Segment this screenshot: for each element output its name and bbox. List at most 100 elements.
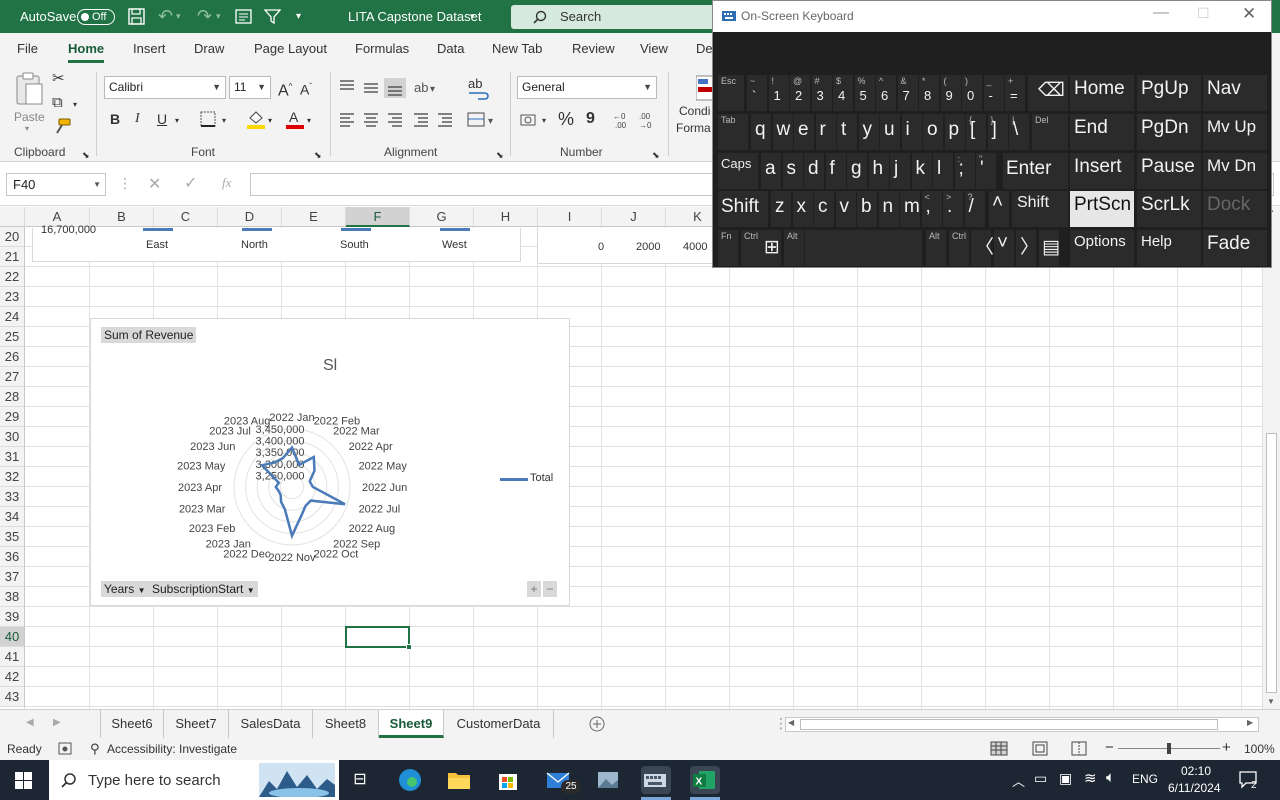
edge-browser-icon[interactable] — [396, 766, 426, 794]
vertical-scrollbar[interactable]: ▲ ▼ — [1262, 205, 1280, 709]
battery-icon[interactable]: ▭ — [1034, 770, 1047, 787]
tab-data[interactable]: Data — [437, 41, 464, 56]
key-7[interactable]: 6 ^ — [876, 75, 896, 111]
row-header-28[interactable]: 28 — [0, 387, 25, 407]
key-12[interactable]: - _ — [983, 75, 1004, 111]
font-size-select[interactable]: 11 ▼ — [229, 76, 271, 99]
wifi-icon[interactable]: ≋ — [1084, 769, 1097, 787]
key-p[interactable]: p — [944, 114, 965, 150]
horizontal-align-icons[interactable]: ▾ — [338, 110, 498, 130]
font-color-dropdown-icon[interactable]: ▾ — [307, 112, 311, 130]
clock-date[interactable]: 6/11/2024 — [1168, 781, 1221, 795]
key-\[interactable]: \ | — [1009, 114, 1029, 150]
column-header-c[interactable]: C — [154, 207, 218, 227]
redo-icon[interactable]: ↷ — [197, 0, 212, 33]
column-header-i[interactable]: I — [538, 207, 602, 227]
key-z[interactable]: z — [771, 191, 791, 227]
percent-button[interactable]: % — [558, 110, 574, 128]
language-indicator[interactable]: ENG — [1132, 772, 1158, 786]
key-3[interactable]: 2 @ — [790, 75, 810, 111]
filter-icon[interactable] — [264, 8, 281, 25]
font-launcher-icon[interactable]: ⬊ — [314, 146, 322, 164]
end-key[interactable]: End — [1070, 114, 1134, 150]
accessibility-icon[interactable]: ⚲ — [90, 741, 100, 757]
help-key[interactable]: Help — [1137, 230, 1201, 266]
row-header-38[interactable]: 38 — [0, 587, 25, 607]
radar-pivot-chart[interactable]: Sum of Revenue Sl 2022 Jan 2022 Feb 2022 M… — [90, 318, 570, 606]
file-name[interactable]: LITA Capstone Dataset — [348, 0, 481, 33]
row-header-31[interactable]: 31 — [0, 447, 25, 467]
decrease-font-icon[interactable]: Aˇ — [300, 78, 312, 99]
subscription-start-filter-button[interactable]: SubscriptionStart ▼ — [149, 581, 258, 597]
key-l[interactable]: l — [933, 153, 953, 189]
row-header-40[interactable]: 40 — [0, 627, 25, 647]
column-header-h[interactable]: H — [474, 207, 538, 227]
arrow-up-key[interactable]: ˄ — [989, 191, 1009, 227]
home-key[interactable]: Home — [1070, 75, 1134, 111]
taskbar-search[interactable]: Type here to search — [49, 760, 339, 800]
key-1[interactable]: ` ~ — [747, 75, 767, 111]
scroll-left-icon[interactable]: ◀ — [788, 718, 794, 727]
accounting-format-icon[interactable] — [520, 111, 542, 129]
enter-icon[interactable]: ✓ — [184, 173, 197, 193]
collapse-field-button[interactable]: − — [543, 581, 557, 597]
years-filter-button[interactable]: Years ▼ — [101, 581, 149, 597]
clock-time[interactable]: 02:10 — [1181, 764, 1211, 778]
borders-dropdown-icon[interactable]: ▾ — [222, 112, 226, 130]
row-header-33[interactable]: 33 — [0, 487, 25, 507]
key-h[interactable]: h — [868, 153, 889, 189]
horizontal-scrollbar[interactable]: ◀ ▶ — [785, 717, 1259, 732]
sheet-tab-customerdata[interactable]: CustomerData — [444, 710, 554, 738]
row-header-26[interactable]: 26 — [0, 347, 25, 367]
mvdn-key[interactable]: Mv Dn — [1203, 153, 1267, 189]
windows-start-icon[interactable] — [15, 772, 32, 789]
show-hidden-icons[interactable]: ︿ — [1012, 771, 1025, 790]
key-w[interactable]: w — [772, 114, 793, 150]
key-u[interactable]: u — [880, 114, 900, 150]
key-j[interactable]: j — [890, 153, 910, 189]
conditional-formatting-button[interactable]: Condi Forma — [676, 72, 712, 142]
tab-page-layout[interactable]: Page Layout — [254, 41, 327, 56]
key-c[interactable]: c — [814, 191, 834, 227]
arrow-right-key[interactable]: 〉 — [1016, 230, 1039, 266]
key-slash[interactable]: /? — [964, 191, 985, 227]
right-chart-fragment[interactable]: 0 2000 4000 — [537, 228, 727, 264]
row-header-41[interactable]: 41 — [0, 647, 25, 667]
borders-icon[interactable] — [200, 111, 216, 127]
enter-key[interactable]: Enter — [1003, 153, 1068, 189]
tab-file[interactable]: File — [17, 41, 38, 56]
zoom-in-icon[interactable]: + — [1222, 739, 1231, 756]
key-4[interactable]: 3 # — [811, 75, 832, 111]
space-key[interactable] — [805, 230, 922, 266]
right-shift-key[interactable]: Shift — [1012, 191, 1068, 227]
excel-app-icon[interactable]: X — [690, 766, 720, 794]
zoom-level[interactable]: 100% — [1244, 742, 1275, 756]
fill-handle[interactable] — [406, 644, 412, 650]
key-r[interactable]: r — [815, 114, 836, 150]
expand-field-button[interactable]: + — [527, 581, 541, 597]
key-13[interactable]: = + — [1005, 75, 1025, 111]
key-m[interactable]: m — [900, 191, 920, 227]
options-key[interactable]: Options — [1070, 230, 1134, 266]
scroll-down-icon[interactable]: ▼ — [1267, 697, 1275, 706]
key-q[interactable]: q — [751, 114, 771, 150]
sheet-tab-salesdata[interactable]: SalesData — [229, 710, 313, 738]
number-launcher-icon[interactable]: ⬊ — [652, 146, 660, 164]
row-header-43[interactable]: 43 — [0, 687, 25, 707]
sheet-tab-sheet9[interactable]: Sheet9 — [379, 710, 444, 738]
task-view-icon[interactable]: ⊟ — [345, 766, 375, 794]
autosave-toggle[interactable]: Off — [77, 9, 115, 25]
filename-dropdown-icon[interactable]: ▾ — [470, 0, 475, 33]
key-x[interactable]: x — [792, 191, 813, 227]
key-5[interactable]: 4 $ — [833, 75, 853, 111]
tab-view[interactable]: View — [640, 41, 668, 56]
tab-review[interactable]: Review — [572, 41, 615, 56]
scrlk-key[interactable]: ScrLk — [1137, 191, 1201, 227]
key-10[interactable]: 9( — [940, 75, 961, 111]
row-header-23[interactable]: 23 — [0, 287, 25, 307]
pgdn-key[interactable]: PgDn — [1137, 114, 1201, 150]
undo-dropdown-icon[interactable]: ▾ — [176, 0, 181, 33]
row-header-20[interactable]: 20 — [0, 227, 25, 247]
paste-button[interactable]: Paste ▾ — [12, 72, 46, 134]
key-s[interactable]: s — [782, 153, 803, 189]
